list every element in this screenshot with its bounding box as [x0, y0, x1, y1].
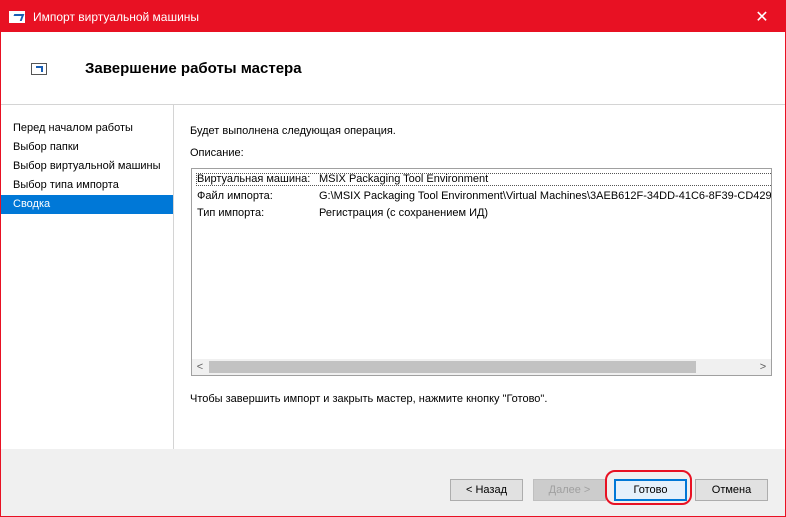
finish-hint-text: Чтобы завершить импорт и закрыть мастер,…	[190, 393, 548, 405]
import-wizard-icon	[31, 63, 47, 75]
nav-item-import-type[interactable]: Выбор типа импорта	[1, 176, 173, 195]
wizard-footer: < Назад Далее > Готово Отмена	[1, 450, 785, 516]
row-key: Файл импорта:	[197, 190, 273, 202]
close-button[interactable]: ✕	[739, 1, 785, 32]
wizard-header: Завершение работы мастера	[1, 32, 785, 105]
page-title: Завершение работы мастера	[85, 60, 302, 77]
finish-button-highlight	[605, 470, 692, 505]
scroll-right-icon[interactable]: >	[755, 359, 771, 375]
row-value: G:\MSIX Packaging Tool Environment\Virtu…	[319, 190, 772, 202]
hyperv-app-icon	[9, 10, 25, 23]
description-label: Описание:	[190, 147, 244, 159]
list-item[interactable]: Файл импорта: G:\MSIX Packaging Tool Envi…	[197, 190, 772, 202]
wizard-steps-nav: Перед началом работы Выбор папки Выбор в…	[1, 105, 174, 449]
nav-item-summary[interactable]: Сводка	[1, 195, 173, 214]
row-value: MSIX Packaging Tool Environment	[319, 173, 489, 185]
description-list[interactable]: Виртуальная машина: MSIX Packaging Tool E…	[191, 168, 772, 376]
operation-text: Будет выполнена следующая операция.	[190, 125, 396, 137]
title-bar[interactable]: Импорт виртуальной машины ✕	[1, 1, 785, 32]
scroll-left-icon[interactable]: <	[192, 359, 208, 375]
nav-item-select-vm[interactable]: Выбор виртуальной машины	[1, 157, 173, 176]
nav-item-locate-folder[interactable]: Выбор папки	[1, 138, 173, 157]
list-item[interactable]: Тип импорта: Регистрация (с сохранением И…	[197, 207, 488, 219]
scrollbar-thumb[interactable]	[209, 361, 696, 373]
back-button[interactable]: < Назад	[450, 479, 523, 501]
list-item[interactable]: Виртуальная машина: MSIX Packaging Tool E…	[197, 173, 488, 185]
window-title: Импорт виртуальной машины	[33, 9, 200, 24]
import-vm-wizard-window: Импорт виртуальной машины ✕ Завершение р…	[0, 0, 786, 517]
row-key: Тип импорта:	[197, 207, 265, 219]
next-button[interactable]: Далее >	[533, 479, 606, 501]
nav-item-before-you-begin[interactable]: Перед началом работы	[1, 119, 173, 138]
horizontal-scrollbar[interactable]: < >	[192, 359, 771, 375]
row-key: Виртуальная машина:	[197, 173, 311, 185]
summary-panel: Будет выполнена следующая операция. Опис…	[174, 105, 785, 449]
row-value: Регистрация (с сохранением ИД)	[319, 207, 489, 219]
cancel-button[interactable]: Отмена	[695, 479, 768, 501]
